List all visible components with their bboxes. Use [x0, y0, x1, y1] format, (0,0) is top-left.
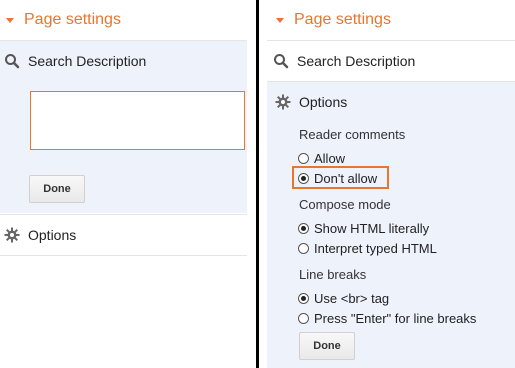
radio-use-br-control[interactable] — [298, 292, 309, 304]
radio-allow-control[interactable] — [298, 152, 309, 164]
radio-show-html[interactable]: Show HTML literally — [298, 219, 429, 237]
search-description-textarea[interactable] — [30, 91, 245, 150]
done-button[interactable]: Done — [29, 175, 85, 203]
search-description-label: Search Description — [297, 53, 416, 69]
page-settings-title: Page settings — [24, 11, 121, 28]
search-icon — [273, 53, 289, 69]
page-settings-header[interactable]: Page settings — [267, 0, 515, 41]
radio-show-html-control[interactable] — [298, 222, 309, 234]
radio-interpret-html[interactable]: Interpret typed HTML — [298, 239, 437, 257]
gear-icon — [275, 94, 291, 110]
done-button[interactable]: Done — [299, 332, 355, 360]
left-panel: Page settings Search Description Done Op… — [0, 0, 247, 368]
search-description-row[interactable]: Search Description — [0, 41, 247, 81]
radio-allow-label: Allow — [314, 150, 346, 166]
radio-interpret-html-label: Interpret typed HTML — [314, 240, 437, 256]
compose-mode-label: Compose mode — [299, 197, 391, 212]
radio-press-enter-control[interactable] — [298, 312, 309, 324]
gutter-right — [259, 0, 267, 368]
options-row[interactable]: Options — [0, 214, 247, 256]
radio-use-br-label: Use <br> tag — [314, 290, 390, 306]
expand-caret-icon — [6, 17, 14, 23]
page-settings-title: Page settings — [294, 11, 391, 28]
radio-dont-allow[interactable]: Don't allow — [298, 169, 377, 187]
options-label: Options — [28, 227, 77, 243]
page-settings-header[interactable]: Page settings — [0, 0, 247, 41]
gear-icon — [4, 227, 20, 243]
radio-use-br[interactable]: Use <br> tag — [298, 289, 389, 307]
radio-press-enter-label: Press "Enter" for line breaks — [314, 310, 477, 326]
radio-show-html-label: Show HTML literally — [314, 220, 430, 236]
search-icon — [4, 53, 20, 69]
reader-comments-label: Reader comments — [299, 127, 406, 142]
radio-press-enter[interactable]: Press "Enter" for line breaks — [298, 309, 476, 327]
options-row[interactable]: Options — [267, 82, 515, 122]
search-description-row[interactable]: Search Description — [267, 41, 515, 82]
search-description-label: Search Description — [28, 53, 147, 69]
radio-dont-allow-label: Don't allow — [314, 170, 378, 186]
radio-allow[interactable]: Allow — [298, 149, 345, 167]
radio-interpret-html-control[interactable] — [298, 242, 309, 254]
radio-dont-allow-control[interactable] — [298, 172, 309, 184]
options-label: Options — [299, 94, 348, 110]
expand-caret-icon — [276, 17, 284, 23]
line-breaks-label: Line breaks — [299, 267, 367, 282]
gutter-left — [247, 0, 256, 368]
